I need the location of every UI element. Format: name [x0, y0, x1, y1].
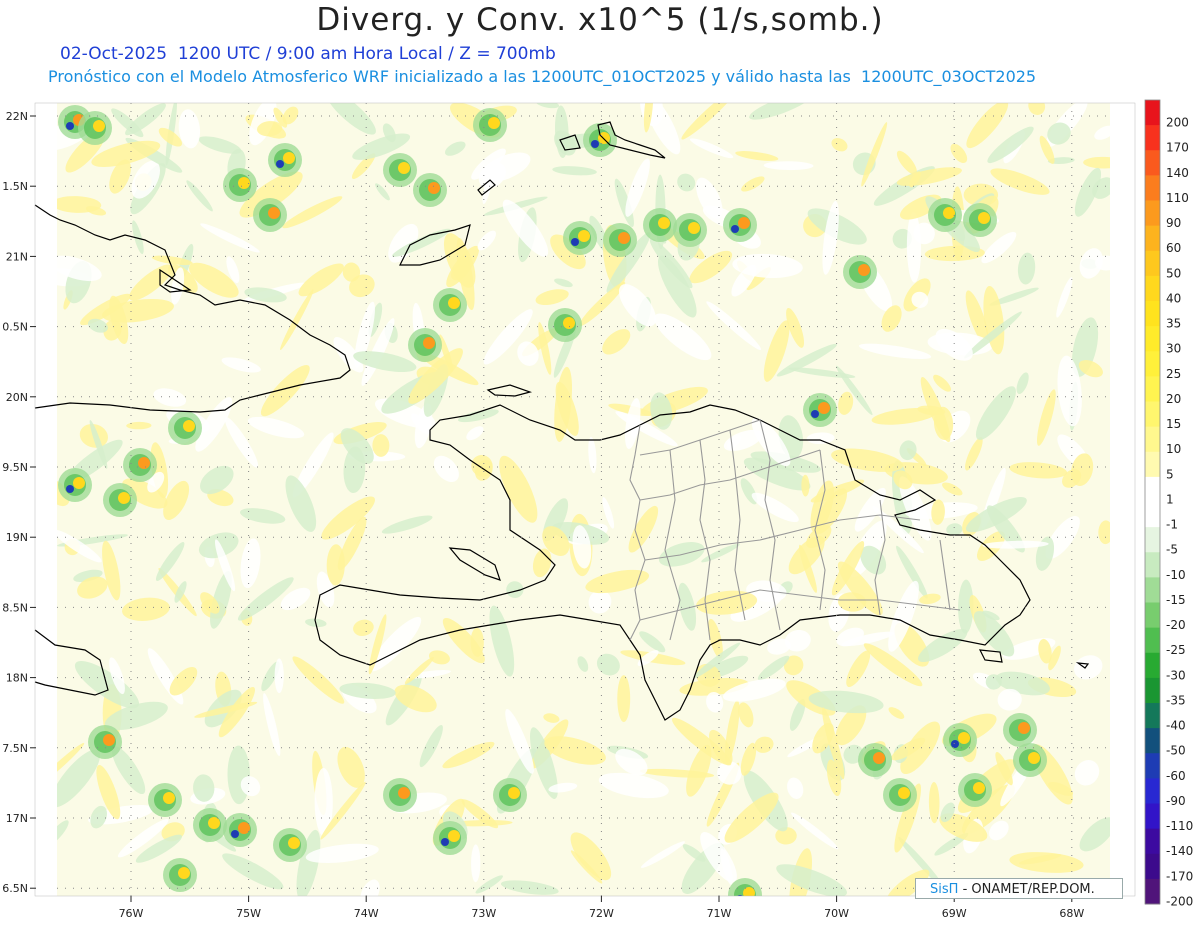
lat-label: 19N — [6, 531, 28, 544]
colorbar-label: -35 — [1166, 693, 1186, 707]
colorbar-swatch — [1145, 351, 1160, 377]
lat-label: 9.5N — [2, 461, 28, 474]
colorbar-label: -25 — [1166, 643, 1186, 657]
colorbar-label: -170 — [1166, 869, 1193, 883]
lat-label: 6.5N — [2, 882, 28, 895]
colorbar-swatch — [1145, 552, 1160, 578]
colorbar-label: 15 — [1166, 417, 1181, 431]
colorbar-swatch — [1145, 853, 1160, 880]
lon-label: 74W — [354, 907, 379, 920]
colorbar-swatch — [1145, 225, 1160, 252]
divergence-field — [57, 103, 1110, 896]
credit-text: - ONAMET/REP.DOM. — [962, 882, 1095, 897]
lon-label: 72W — [589, 907, 614, 920]
colorbar-swatch — [1145, 502, 1160, 528]
colorbar-swatch — [1145, 627, 1160, 654]
colorbar-label: 35 — [1166, 317, 1181, 331]
colorbar-swatch — [1145, 150, 1160, 176]
colorbar-label: -30 — [1166, 668, 1186, 682]
colorbar-label: 40 — [1166, 291, 1181, 305]
colorbar-label: 1 — [1166, 492, 1174, 506]
colorbar-label: 20 — [1166, 392, 1181, 406]
lat-label: 21N — [6, 250, 28, 263]
colorbar-swatch — [1145, 753, 1160, 779]
colorbar-label: -1 — [1166, 518, 1178, 532]
colorbar-swatch — [1145, 703, 1160, 729]
lat-label: 18N — [6, 672, 28, 685]
lon-label: 70W — [824, 907, 849, 920]
colorbar-swatch — [1145, 426, 1160, 453]
colorbar-label: -50 — [1166, 744, 1186, 758]
lon-label: 76W — [119, 907, 144, 920]
colorbar-swatch — [1145, 401, 1160, 428]
colorbar-swatch — [1145, 326, 1160, 352]
colorbar-label: 110 — [1166, 191, 1189, 205]
colorbar-label: 10 — [1166, 442, 1181, 456]
lat-label: 20N — [6, 391, 28, 404]
colorbar-swatch — [1145, 577, 1160, 603]
colorbar-label: -110 — [1166, 819, 1193, 833]
colorbar-swatch — [1145, 100, 1160, 126]
colorbar-swatch — [1145, 175, 1160, 201]
colorbar-swatch — [1145, 728, 1160, 754]
colorbar-swatch — [1145, 778, 1160, 804]
colorbar-label: -40 — [1166, 719, 1186, 733]
colorbar-swatch — [1145, 301, 1160, 327]
lon-label: 71W — [707, 907, 732, 920]
colorbar-label: 25 — [1166, 367, 1181, 381]
colorbar-swatch — [1145, 250, 1160, 277]
colorbar-label: -200 — [1166, 894, 1193, 908]
colorbar-swatch — [1145, 527, 1160, 553]
colorbar-label: -140 — [1166, 844, 1193, 858]
lat-label: 8.5N — [2, 601, 28, 614]
colorbar-label: 90 — [1166, 216, 1181, 230]
colorbar-label: 140 — [1166, 166, 1189, 180]
colorbar-swatch — [1145, 652, 1160, 679]
colorbar: 200 170 140 110 90 60 50 40 35 30 25 20 15 10 5 1 -1 -5 -1… — [1144, 99, 1193, 908]
colorbar-label: -15 — [1166, 593, 1186, 607]
colorbar-swatch — [1145, 476, 1160, 503]
lon-label: 68W — [1059, 907, 1084, 920]
colorbar-label: -5 — [1166, 543, 1178, 557]
colorbar-swatch — [1145, 125, 1160, 151]
colorbar-label: -10 — [1166, 568, 1186, 582]
colorbar-swatch — [1145, 200, 1160, 227]
lon-label: 69W — [942, 907, 967, 920]
colorbar-label: 200 — [1166, 116, 1189, 130]
map-canvas: 22N 1.5N 21N 0.5N 20N 9.5N 19N 8.5N 18N 7.5N 17N 6.… — [2, 99, 1193, 920]
lat-label: 7.5N — [2, 742, 28, 755]
colorbar-swatch — [1145, 275, 1160, 302]
colorbar-label: 5 — [1166, 467, 1174, 481]
lat-label: 17N — [6, 812, 28, 825]
colorbar-swatch — [1145, 803, 1160, 830]
colorbar-label: 60 — [1166, 241, 1181, 255]
colorbar-label: 170 — [1166, 141, 1189, 155]
lon-label: 73W — [471, 907, 496, 920]
colorbar-swatch — [1145, 878, 1160, 905]
colorbar-label: -60 — [1166, 769, 1186, 783]
colorbar-swatch — [1145, 602, 1160, 629]
lat-label: 0.5N — [2, 321, 28, 334]
colorbar-label: -90 — [1166, 794, 1186, 808]
lon-label: 75W — [236, 907, 261, 920]
colorbar-label: 30 — [1166, 342, 1181, 356]
sispi-logo: SisΠ — [930, 882, 959, 897]
colorbar-swatch — [1145, 451, 1160, 478]
colorbar-swatch — [1145, 376, 1160, 402]
colorbar-label: 50 — [1166, 266, 1181, 280]
lat-label: 1.5N — [2, 180, 28, 193]
credit-box: SisΠ - ONAMET/REP.DOM. — [915, 878, 1123, 899]
colorbar-swatch — [1145, 828, 1160, 855]
colorbar-label: -20 — [1166, 618, 1186, 632]
lat-label: 22N — [6, 110, 28, 123]
colorbar-swatch — [1145, 677, 1160, 704]
